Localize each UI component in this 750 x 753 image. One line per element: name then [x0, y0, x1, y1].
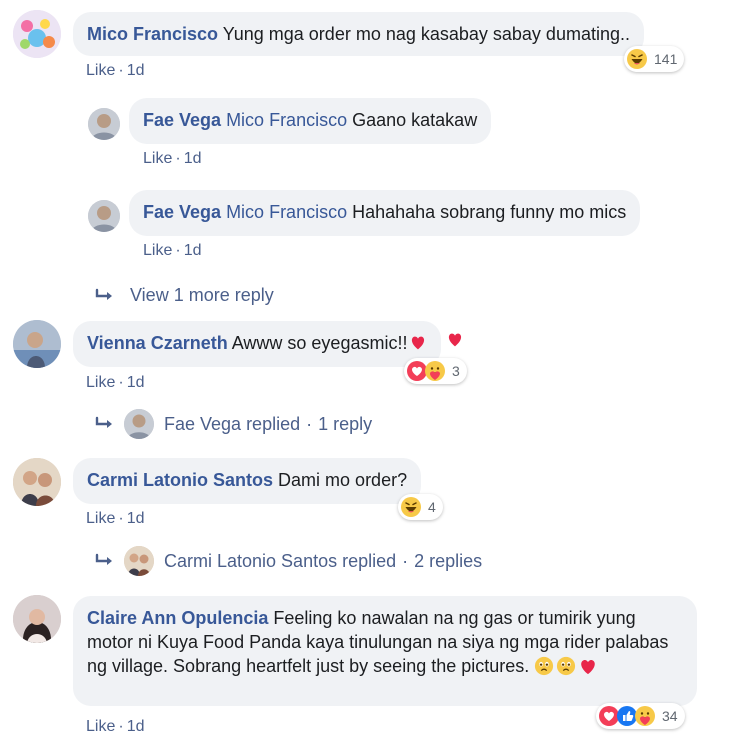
avatar[interactable]: [13, 10, 61, 58]
avatar-image: [124, 546, 154, 576]
reply-count: 2 replies: [414, 550, 483, 571]
reply-arrow-icon: [94, 415, 116, 433]
reply-arrow-icon: [94, 552, 116, 570]
comment-text: Dami mo order?: [278, 470, 408, 490]
mention-link[interactable]: Mico Francisco: [226, 110, 347, 130]
timestamp[interactable]: 1d: [127, 374, 145, 391]
view-more-replies-link[interactable]: View 1 more reply: [94, 285, 274, 306]
comment-bubble: Mico Francisco Yung mga order mo nag kas…: [73, 12, 644, 56]
reply-bubble: Fae Vega Mico Francisco Gaano katakaw: [129, 98, 492, 144]
comment-bubble: Carmi Latonio Santos Dami mo order?: [73, 458, 422, 504]
comment-text: Yung mga order mo nag kasabay sabay duma…: [222, 24, 630, 44]
avatar-image: [13, 320, 61, 368]
comment-bubble: Claire Ann Opulencia Feeling ko nawalan …: [73, 596, 697, 706]
reply-count: 1 reply: [318, 413, 373, 434]
separator: ·: [175, 242, 181, 259]
comment-actions: Like · 1d: [86, 374, 144, 392]
avatar-image: [88, 200, 120, 232]
separator: ·: [175, 150, 181, 167]
avatar-image: [13, 595, 61, 643]
reply-text: Hahahaha sobrang funny mo mics: [352, 202, 627, 222]
comment-author[interactable]: Claire Ann Opulencia: [87, 608, 268, 628]
separator: ·: [118, 510, 124, 527]
reply-author[interactable]: Fae Vega: [143, 202, 221, 222]
like-button[interactable]: Like: [143, 150, 172, 167]
reply-actions: Like · 1d: [143, 150, 201, 168]
separator: ·: [118, 374, 124, 391]
comment-bubble: Vienna Czarneth Awww so eyegasmic!!: [73, 321, 442, 367]
sad-emoji-icon: [534, 656, 554, 676]
avatar[interactable]: [88, 108, 120, 140]
avatar[interactable]: [13, 595, 61, 643]
avatar[interactable]: [88, 200, 120, 232]
replies-summary-link[interactable]: Carmi Latonio Santos replied · 2 replies: [94, 546, 482, 576]
haha-icon: [626, 48, 648, 70]
comment-actions: Like · 1d: [86, 718, 144, 736]
reaction-count: 34: [662, 708, 678, 724]
avatar-image: [13, 458, 61, 506]
reaction-summary[interactable]: 3: [404, 358, 467, 384]
reaction-count: 141: [654, 51, 678, 67]
avatar-image: [88, 108, 120, 140]
comment-author[interactable]: Carmi Latonio Santos: [87, 470, 273, 490]
avatar-image: [124, 409, 154, 439]
replier-name: Carmi Latonio Santos replied: [164, 550, 397, 571]
reaction-summary[interactable]: 4: [398, 494, 443, 520]
reply-arrow-icon: [94, 287, 116, 305]
avatar-image: [13, 10, 61, 58]
like-button[interactable]: Like: [143, 242, 172, 259]
avatar[interactable]: [13, 458, 61, 506]
timestamp[interactable]: 1d: [127, 62, 145, 79]
comment-author[interactable]: Vienna Czarneth: [87, 333, 228, 353]
replier-avatar: [124, 546, 154, 576]
reaction-summary[interactable]: 34: [596, 703, 685, 729]
avatar[interactable]: [13, 320, 61, 368]
separator: ·: [118, 62, 124, 79]
heart-emoji-icon: [409, 333, 427, 351]
mention-link[interactable]: Mico Francisco: [226, 202, 347, 222]
heart-emoji-icon: [446, 330, 464, 348]
comment-author[interactable]: Mico Francisco: [87, 24, 218, 44]
care-icon: [634, 705, 656, 727]
reaction-count: 4: [428, 499, 436, 515]
reply-bubble: Fae Vega Mico Francisco Hahahaha sobrang…: [129, 190, 641, 236]
emoji-suffix: [534, 656, 598, 676]
like-button[interactable]: Like: [86, 718, 115, 735]
like-button[interactable]: Like: [86, 374, 115, 391]
comment-text: Awww so eyegasmic!!: [231, 333, 408, 353]
reaction-summary[interactable]: 141: [624, 46, 685, 72]
separator: ·: [118, 718, 124, 735]
replier-name: Fae Vega replied: [164, 413, 301, 434]
timestamp[interactable]: 1d: [184, 242, 202, 259]
comment-actions: Like · 1d: [86, 62, 144, 80]
reply-actions: Like · 1d: [143, 242, 201, 260]
reply-author[interactable]: Fae Vega: [143, 110, 221, 130]
heart-emoji-icon: [578, 656, 598, 676]
comment-actions: Like · 1d: [86, 510, 144, 528]
separator: ·: [402, 550, 409, 571]
sad-emoji-icon: [556, 656, 576, 676]
care-icon: [424, 360, 446, 382]
reaction-count: 3: [452, 363, 460, 379]
view-more-replies-label: View 1 more reply: [130, 285, 274, 305]
timestamp[interactable]: 1d: [127, 718, 145, 735]
haha-icon: [400, 496, 422, 518]
like-button[interactable]: Like: [86, 62, 115, 79]
separator: ·: [306, 413, 313, 434]
reply-text: Gaano katakaw: [352, 110, 478, 130]
like-button[interactable]: Like: [86, 510, 115, 527]
timestamp[interactable]: 1d: [127, 510, 145, 527]
timestamp[interactable]: 1d: [184, 150, 202, 167]
replies-summary-link[interactable]: Fae Vega replied · 1 reply: [94, 409, 372, 439]
replier-avatar: [124, 409, 154, 439]
